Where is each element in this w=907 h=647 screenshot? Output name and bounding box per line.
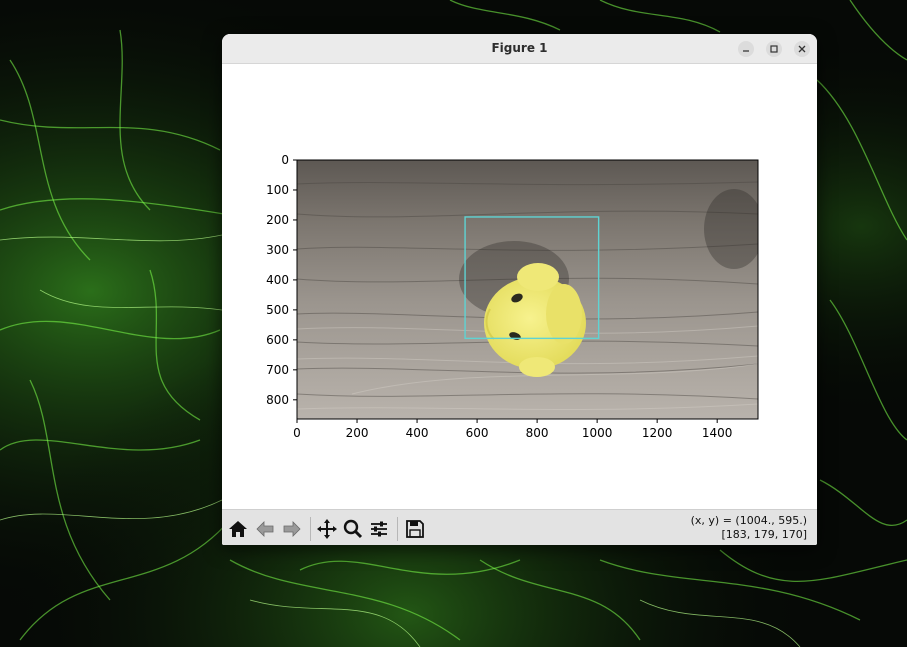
y-axis: 0 100 200 300 400 500 600 700 800 (266, 153, 297, 407)
zoom-icon (343, 519, 363, 539)
cursor-readout: (x, y) = (1004., 595.) [183, 179, 170] (691, 514, 807, 542)
save-button[interactable] (404, 518, 426, 540)
toolbar-separator (310, 517, 311, 541)
figure-canvas[interactable]: 0 200 400 600 800 1000 1200 1400 0 100 200 300 400 5… (222, 64, 817, 509)
minimize-icon (743, 50, 749, 52)
x-tick-label: 600 (466, 426, 489, 440)
x-tick-label: 800 (526, 426, 549, 440)
y-tick-label: 800 (266, 393, 289, 407)
window-title: Figure 1 (491, 41, 548, 55)
navigation-toolbar: (x, y) = (1004., 595.) [183, 179, 170] (222, 509, 817, 545)
x-tick-label: 400 (406, 426, 429, 440)
maximize-icon (770, 45, 778, 53)
x-tick-label: 1000 (582, 426, 613, 440)
save-icon (406, 520, 424, 538)
figure-window: Figure 1 0 200 400 600 800 1000 1200 140… (222, 34, 817, 545)
home-button[interactable] (227, 518, 249, 540)
home-icon (229, 521, 247, 537)
y-tick-label: 200 (266, 213, 289, 227)
y-tick-label: 300 (266, 243, 289, 257)
maximize-button[interactable] (766, 41, 782, 57)
forward-button[interactable] (281, 518, 303, 540)
photo-image (297, 160, 758, 419)
toolbar-separator (397, 517, 398, 541)
close-button[interactable] (794, 41, 810, 57)
pixel-value: [183, 179, 170] (721, 528, 807, 541)
plot-area: 0 200 400 600 800 1000 1200 1400 0 100 200 300 400 5… (266, 153, 759, 440)
x-tick-label: 200 (346, 426, 369, 440)
y-tick-label: 100 (266, 183, 289, 197)
y-tick-label: 700 (266, 363, 289, 377)
y-tick-label: 500 (266, 303, 289, 317)
x-tick-label: 1200 (642, 426, 673, 440)
minimize-button[interactable] (738, 41, 754, 57)
configure-subplots-button[interactable] (368, 518, 390, 540)
forward-arrow-icon (283, 521, 301, 537)
cursor-coordinates: (x, y) = (1004., 595.) (690, 514, 807, 527)
sliders-icon (371, 521, 387, 537)
pan-icon (317, 519, 337, 539)
pan-button[interactable] (316, 518, 338, 540)
back-button[interactable] (254, 518, 276, 540)
back-arrow-icon (256, 521, 274, 537)
x-tick-label: 0 (293, 426, 301, 440)
x-axis: 0 200 400 600 800 1000 1200 1400 (293, 419, 732, 440)
title-bar[interactable]: Figure 1 (222, 34, 817, 64)
y-tick-label: 600 (266, 333, 289, 347)
zoom-button[interactable] (342, 518, 364, 540)
x-tick-label: 1400 (702, 426, 733, 440)
y-tick-label: 0 (281, 153, 289, 167)
close-icon (798, 45, 806, 53)
y-tick-label: 400 (266, 273, 289, 287)
